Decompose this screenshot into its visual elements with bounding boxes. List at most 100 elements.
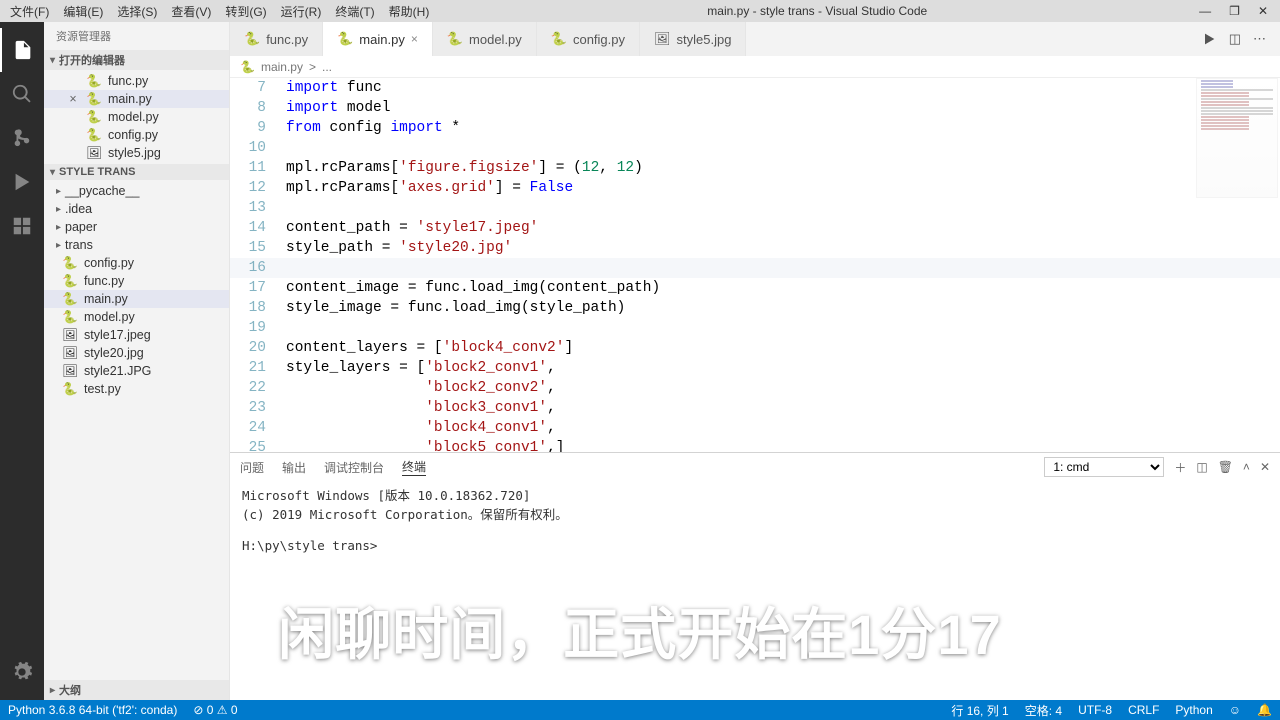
- code-line-15[interactable]: 15style_path = 'style20.jpg': [230, 238, 1280, 258]
- tab-config.py[interactable]: 🐍config.py: [537, 22, 640, 56]
- status-Python[interactable]: Python: [1167, 702, 1220, 719]
- code-line-19[interactable]: 19: [230, 318, 1280, 338]
- maximize-button[interactable]: ❐: [1229, 4, 1240, 18]
- status-☺[interactable]: ☺: [1221, 702, 1249, 719]
- window-title: main.py - style trans - Visual Studio Co…: [435, 4, 1199, 18]
- file-style20.jpg[interactable]: 🖼style20.jpg: [44, 344, 229, 362]
- folder-__pycache__[interactable]: ▸__pycache__: [44, 182, 229, 200]
- open-editor-config.py[interactable]: ×🐍config.py: [44, 126, 229, 144]
- panel-tab-bar: 问题 输出 调试控制台 终端 1: cmd ＋ ◫ 🗑 ˄ ✕: [230, 453, 1280, 481]
- code-line-14[interactable]: 14content_path = 'style17.jpeg': [230, 218, 1280, 238]
- menu-终端(T)[interactable]: 终端(T): [329, 1, 380, 22]
- trash-icon[interactable]: 🗑: [1218, 460, 1233, 474]
- menu-帮助(H)[interactable]: 帮助(H): [383, 1, 436, 22]
- terminal-output[interactable]: Microsoft Windows [版本 10.0.18362.720] (c…: [230, 481, 1280, 700]
- tab-model.py[interactable]: 🐍model.py: [433, 22, 537, 56]
- file-style21.JPG[interactable]: 🖼style21.JPG: [44, 362, 229, 380]
- outline-header[interactable]: ▸大纲: [44, 680, 229, 700]
- code-line-7[interactable]: 7import func: [230, 78, 1280, 98]
- menu-运行(R)[interactable]: 运行(R): [275, 1, 328, 22]
- open-editor-model.py[interactable]: ×🐍model.py: [44, 108, 229, 126]
- close-window-button[interactable]: ✕: [1258, 4, 1268, 18]
- file-test.py[interactable]: 🐍test.py: [44, 380, 229, 398]
- tab-bar: 🐍func.py🐍main.py×🐍model.py🐍config.py🖼sty…: [230, 22, 1280, 56]
- code-line-22[interactable]: 22 'block2_conv2',: [230, 378, 1280, 398]
- menu-转到(G)[interactable]: 转到(G): [219, 1, 272, 22]
- open-editor-main.py[interactable]: ×🐍main.py: [44, 90, 229, 108]
- code-editor[interactable]: 7import func8import model9from config im…: [230, 78, 1280, 452]
- close-icon[interactable]: ×: [411, 32, 418, 46]
- status-🔔[interactable]: 🔔: [1249, 702, 1280, 719]
- status-problems[interactable]: ⊘ 0 ⚠ 0: [185, 703, 245, 717]
- folder-paper[interactable]: ▸paper: [44, 218, 229, 236]
- code-line-21[interactable]: 21style_layers = ['block2_conv1',: [230, 358, 1280, 378]
- menu-文件(F)[interactable]: 文件(F): [4, 1, 55, 22]
- code-line-9[interactable]: 9from config import *: [230, 118, 1280, 138]
- code-line-18[interactable]: 18style_image = func.load_img(style_path…: [230, 298, 1280, 318]
- open-editor-style5.jpg[interactable]: ×🖼style5.jpg: [44, 144, 229, 162]
- menu-编辑(E)[interactable]: 编辑(E): [57, 1, 109, 22]
- file-model.py[interactable]: 🐍model.py: [44, 308, 229, 326]
- status-CRLF[interactable]: CRLF: [1120, 702, 1167, 719]
- run-icon[interactable]: [1201, 31, 1217, 47]
- status-行 16, 列 1[interactable]: 行 16, 列 1: [943, 702, 1016, 719]
- open-editors-header[interactable]: ▾打开的编辑器: [44, 50, 229, 70]
- search-icon[interactable]: [0, 72, 44, 116]
- code-line-20[interactable]: 20content_layers = ['block4_conv2']: [230, 338, 1280, 358]
- breadcrumb[interactable]: 🐍 main.py > ...: [230, 56, 1280, 78]
- split-terminal-icon[interactable]: ◫: [1196, 460, 1207, 474]
- minimap[interactable]: [1196, 78, 1278, 198]
- activity-bar: [0, 22, 44, 700]
- minimize-button[interactable]: —: [1199, 4, 1211, 18]
- code-line-12[interactable]: 12mpl.rcParams['axes.grid'] = False: [230, 178, 1280, 198]
- status-bar: Python 3.6.8 64-bit ('tf2': conda) ⊘ 0 ⚠…: [0, 700, 1280, 720]
- code-line-25[interactable]: 25 'block5_conv1',]: [230, 438, 1280, 452]
- menu-选择(S)[interactable]: 选择(S): [111, 1, 163, 22]
- file-config.py[interactable]: 🐍config.py: [44, 254, 229, 272]
- code-line-24[interactable]: 24 'block4_conv1',: [230, 418, 1280, 438]
- settings-gear-icon[interactable]: [0, 650, 44, 694]
- code-line-23[interactable]: 23 'block3_conv1',: [230, 398, 1280, 418]
- code-line-13[interactable]: 13: [230, 198, 1280, 218]
- menu-查看(V)[interactable]: 查看(V): [165, 1, 217, 22]
- folder-.idea[interactable]: ▸.idea: [44, 200, 229, 218]
- panel-tab-输出[interactable]: 输出: [282, 459, 306, 476]
- new-terminal-icon[interactable]: ＋: [1174, 459, 1186, 476]
- terminal-shell-select[interactable]: 1: cmd: [1044, 457, 1164, 477]
- file-main.py[interactable]: 🐍main.py: [44, 290, 229, 308]
- panel-tab-问题[interactable]: 问题: [240, 459, 264, 476]
- chevron-up-icon[interactable]: ˄: [1243, 460, 1250, 474]
- file-func.py[interactable]: 🐍func.py: [44, 272, 229, 290]
- code-line-17[interactable]: 17content_image = func.load_img(content_…: [230, 278, 1280, 298]
- code-line-16[interactable]: 16: [230, 258, 1280, 278]
- project-header[interactable]: ▾STYLE TRANS: [44, 164, 229, 180]
- status-空格: 4[interactable]: 空格: 4: [1017, 702, 1070, 719]
- more-actions-icon[interactable]: ⋯: [1253, 31, 1266, 47]
- bottom-panel: 问题 输出 调试控制台 终端 1: cmd ＋ ◫ 🗑 ˄ ✕ Microsoft Wi…: [230, 452, 1280, 700]
- code-line-8[interactable]: 8import model: [230, 98, 1280, 118]
- tab-main.py[interactable]: 🐍main.py×: [323, 22, 433, 56]
- split-editor-icon[interactable]: ◫: [1229, 31, 1241, 47]
- open-editor-func.py[interactable]: ×🐍func.py: [44, 72, 229, 90]
- explorer-icon[interactable]: [0, 28, 44, 72]
- close-icon[interactable]: ×: [66, 92, 80, 106]
- close-panel-icon[interactable]: ✕: [1260, 460, 1270, 474]
- tab-style5.jpg[interactable]: 🖼style5.jpg: [640, 22, 746, 56]
- code-line-11[interactable]: 11mpl.rcParams['figure.figsize'] = (12, …: [230, 158, 1280, 178]
- source-control-icon[interactable]: [0, 116, 44, 160]
- explorer-sidebar: 资源管理器 ▾打开的编辑器 ×🐍func.py×🐍main.py×🐍model.…: [44, 22, 230, 700]
- folder-trans[interactable]: ▸trans: [44, 236, 229, 254]
- run-debug-icon[interactable]: [0, 160, 44, 204]
- file-style17.jpeg[interactable]: 🖼style17.jpeg: [44, 326, 229, 344]
- panel-tab-调试控制台[interactable]: 调试控制台: [324, 459, 384, 476]
- explorer-title: 资源管理器: [44, 22, 229, 50]
- panel-tab-终端[interactable]: 终端: [402, 458, 426, 476]
- title-bar: 文件(F)编辑(E)选择(S)查看(V)转到(G)运行(R)终端(T)帮助(H)…: [0, 0, 1280, 22]
- status-python-env[interactable]: Python 3.6.8 64-bit ('tf2': conda): [0, 703, 185, 717]
- tab-func.py[interactable]: 🐍func.py: [230, 22, 323, 56]
- code-line-10[interactable]: 10: [230, 138, 1280, 158]
- editor-group: 🐍func.py🐍main.py×🐍model.py🐍config.py🖼sty…: [230, 22, 1280, 700]
- extensions-icon[interactable]: [0, 204, 44, 248]
- menu-bar: 文件(F)编辑(E)选择(S)查看(V)转到(G)运行(R)终端(T)帮助(H): [4, 1, 435, 22]
- status-UTF-8[interactable]: UTF-8: [1070, 702, 1120, 719]
